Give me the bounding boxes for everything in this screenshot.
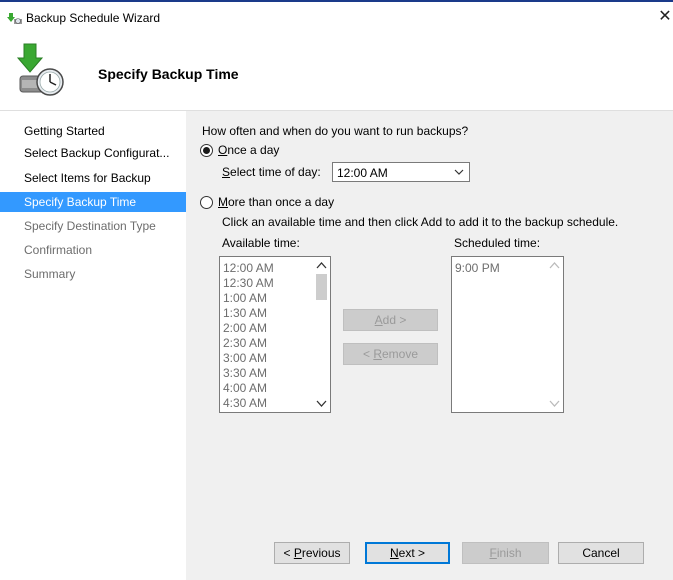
cancel-button[interactable]: Cancel <box>558 542 644 564</box>
more-than-once-radio[interactable] <box>200 196 213 209</box>
scheduled-list-scrollbar[interactable] <box>546 257 563 412</box>
scheduled-time-label: Scheduled time: <box>454 236 541 250</box>
nav-item-specify-backup-time[interactable]: Specify Backup Time <box>0 192 186 212</box>
radio-selected-dot <box>203 147 210 154</box>
list-item[interactable]: 4:00 AM <box>223 381 267 396</box>
scroll-up-icon[interactable] <box>546 257 563 274</box>
once-a-day-label[interactable]: Once a day <box>218 143 279 157</box>
previous-button[interactable]: < Previous <box>274 542 350 564</box>
list-item[interactable]: 1:00 AM <box>223 291 267 306</box>
backup-schedule-icon <box>16 43 64 96</box>
list-item[interactable]: 9:00 PM <box>455 261 500 276</box>
list-item[interactable]: 12:00 AM <box>223 261 274 276</box>
time-of-day-value: 12:00 AM <box>337 166 388 180</box>
nav-item-getting-started[interactable]: Getting Started <box>0 121 186 141</box>
remove-button[interactable]: < Remove <box>343 343 438 365</box>
list-item[interactable]: 12:30 AM <box>223 276 274 291</box>
scheduled-time-list[interactable]: 9:00 PM <box>451 256 564 413</box>
available-time-label: Available time: <box>222 236 300 250</box>
scroll-up-icon[interactable] <box>313 257 330 274</box>
list-item[interactable]: 1:30 AM <box>223 306 267 321</box>
time-of-day-dropdown[interactable]: 12:00 AM <box>332 162 470 182</box>
close-icon[interactable]: ✕ <box>658 6 672 26</box>
finish-button[interactable]: Finish <box>462 542 549 564</box>
list-item[interactable]: 4:30 AM <box>223 396 267 411</box>
wizard-content: How often and when do you want to run ba… <box>186 111 673 580</box>
next-button[interactable]: Next > <box>365 542 450 564</box>
nav-item-select-items-for-backup[interactable]: Select Items for Backup <box>0 168 186 188</box>
wizard-nav: Getting Started Select Backup Configurat… <box>0 111 186 580</box>
list-item[interactable]: 2:00 AM <box>223 321 267 336</box>
question-text: How often and when do you want to run ba… <box>202 124 469 138</box>
list-item[interactable]: 2:30 AM <box>223 336 267 351</box>
available-list-scrollbar[interactable] <box>313 257 330 412</box>
window-title: Backup Schedule Wizard <box>26 11 161 25</box>
add-button[interactable]: Add > <box>343 309 438 331</box>
nav-item-confirmation: Confirmation <box>24 243 93 257</box>
title-bar: Backup Schedule Wizard ✕ <box>0 2 673 36</box>
instruction-text: Click an available time and then click A… <box>222 215 619 229</box>
available-time-list[interactable]: 12:00 AM 12:30 AM 1:00 AM 1:30 AM 2:00 A… <box>219 256 331 413</box>
page-title: Specify Backup Time <box>98 66 239 82</box>
backup-app-icon <box>7 13 22 24</box>
once-a-day-radio[interactable] <box>200 144 213 157</box>
scroll-thumb[interactable] <box>316 274 327 300</box>
list-item[interactable]: 3:30 AM <box>223 366 267 381</box>
more-than-once-label[interactable]: More than once a day <box>218 195 334 209</box>
list-item[interactable]: 3:00 AM <box>223 351 267 366</box>
select-time-label: Select time of day: <box>222 165 321 179</box>
chevron-down-icon <box>454 169 464 175</box>
wizard-header: Specify Backup Time <box>0 36 673 111</box>
scroll-down-icon[interactable] <box>313 395 330 412</box>
nav-item-specify-destination-type: Specify Destination Type <box>24 219 156 233</box>
nav-item-summary: Summary <box>24 267 76 281</box>
nav-item-select-backup-configuration[interactable]: Select Backup Configurat... <box>0 143 186 163</box>
scroll-down-icon[interactable] <box>546 395 563 412</box>
